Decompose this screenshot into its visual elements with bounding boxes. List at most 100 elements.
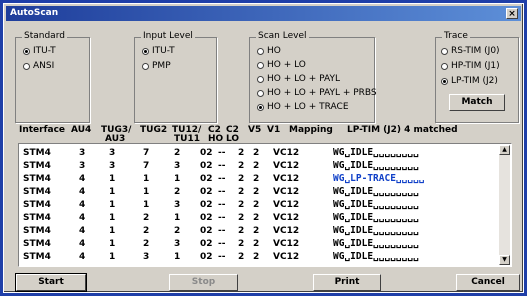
radio-input-pmp[interactable]: PMP xyxy=(142,61,171,71)
cell-tu12: 3 xyxy=(174,200,181,210)
radio-scan-ho[interactable]: HO xyxy=(257,46,281,56)
table-row[interactable]: STM4 3 3 7 3 02 -- 2 2 VC12 WG␣IDLE␣␣␣␣␣␣␣␣ xyxy=(19,160,499,171)
cell-tug3: 1 xyxy=(109,226,116,236)
autoscan-window: AutoScan × Standard ITU-T ANSI Input Lev… xyxy=(3,3,524,293)
input-level-group: Input Level ITU-T PMP xyxy=(134,31,217,123)
cell-au4: 4 xyxy=(79,187,86,197)
table-row[interactable]: STM4 4 1 1 1 02 -- 2 2 VC12 WG␣LP-TRACE␣␣␣␣␣ xyxy=(19,173,499,184)
cell-v1: 2 xyxy=(253,252,260,262)
trace-group: Trace RS-TIM (J0) HP-TIM (J1) LP-TIM (J2… xyxy=(435,31,519,123)
radio-button-icon xyxy=(441,77,448,85)
radio-scan-ho-lo[interactable]: HO + LO xyxy=(257,60,306,70)
radio-scan-ho-lo-trace[interactable]: HO + LO + TRACE xyxy=(257,102,349,112)
radio-scan-ho-lo-payl-prbs[interactable]: HO + LO + PAYL + PRBS xyxy=(257,88,377,98)
cell-mapping: VC12 xyxy=(273,213,300,223)
cell-tug2: 7 xyxy=(143,161,150,171)
cell-c2-lo: -- xyxy=(218,148,226,158)
cell-au4: 4 xyxy=(79,213,86,223)
table-row[interactable]: STM4 4 1 2 1 02 -- 2 2 VC12 WG␣IDLE␣␣␣␣␣␣␣␣ xyxy=(19,212,499,223)
radio-label: LP-TIM (J2) xyxy=(451,76,498,86)
cell-v5: 2 xyxy=(238,252,245,262)
radio-button-icon xyxy=(441,47,448,55)
radio-button-icon xyxy=(23,62,30,70)
radio-trace-rs-tim[interactable]: RS-TIM (J0) xyxy=(441,46,500,56)
table-row[interactable]: STM4 4 1 1 2 02 -- 2 2 VC12 WG␣IDLE␣␣␣␣␣␣␣␣ xyxy=(19,186,499,197)
cell-mapping: VC12 xyxy=(273,187,300,197)
radio-button-icon xyxy=(142,62,149,70)
radio-standard-itu-t[interactable]: ITU-T xyxy=(23,46,56,56)
radio-scan-ho-lo-payl[interactable]: HO + LO + PAYL xyxy=(257,74,340,84)
radio-button-icon xyxy=(257,103,264,111)
stop-button[interactable]: Stop xyxy=(169,274,238,291)
cell-trace-message: WG␣IDLE␣␣␣␣␣␣␣␣ xyxy=(333,147,419,158)
cell-v5: 2 xyxy=(238,187,245,197)
cell-c2-lo: -- xyxy=(218,174,226,184)
cell-v5: 2 xyxy=(238,213,245,223)
cell-interface: STM4 xyxy=(23,239,51,249)
match-button[interactable]: Match xyxy=(449,94,505,111)
scroll-down-icon[interactable]: ▼ xyxy=(499,255,510,265)
radio-label: HO + LO + TRACE xyxy=(267,102,349,112)
table-row[interactable]: STM4 4 1 2 2 02 -- 2 2 VC12 WG␣IDLE␣␣␣␣␣␣␣␣ xyxy=(19,225,499,236)
header-status: LP-TIM (J2) 4 matched xyxy=(347,125,458,135)
cell-v5: 2 xyxy=(238,226,245,236)
cell-tu12: 1 xyxy=(174,174,181,184)
cell-au4: 3 xyxy=(79,161,86,171)
table-row[interactable]: STM4 3 3 7 2 02 -- 2 2 VC12 WG␣IDLE␣␣␣␣␣␣␣␣ xyxy=(19,147,499,158)
radio-label: ITU-T xyxy=(33,46,56,56)
cell-tug2: 1 xyxy=(143,174,150,184)
cell-interface: STM4 xyxy=(23,213,51,223)
cell-c2-lo: -- xyxy=(218,252,226,262)
cell-c2-lo: -- xyxy=(218,187,226,197)
cell-trace-message: WG␣IDLE␣␣␣␣␣␣␣␣ xyxy=(333,212,419,223)
cell-c2-lo: -- xyxy=(218,239,226,249)
radio-input-itu-t[interactable]: ITU-T xyxy=(142,46,175,56)
radio-label: HO + LO + PAYL xyxy=(267,74,340,84)
radio-trace-lp-tim[interactable]: LP-TIM (J2) xyxy=(441,76,498,86)
cell-v5: 2 xyxy=(238,148,245,158)
cell-tug2: 1 xyxy=(143,200,150,210)
cell-c2-ho: 02 xyxy=(200,187,213,197)
radio-button-icon xyxy=(257,47,264,55)
cell-c2-ho: 02 xyxy=(200,200,213,210)
cell-trace-message: WG␣IDLE␣␣␣␣␣␣␣␣ xyxy=(333,160,419,171)
start-button[interactable]: Start xyxy=(15,273,87,292)
table-row[interactable]: STM4 4 1 1 3 02 -- 2 2 VC12 WG␣IDLE␣␣␣␣␣␣␣␣ xyxy=(19,199,499,210)
vertical-scrollbar[interactable]: ▲ ▼ xyxy=(499,145,510,265)
cell-mapping: VC12 xyxy=(273,239,300,249)
cell-tu12: 2 xyxy=(174,187,181,197)
cell-v1: 2 xyxy=(253,200,260,210)
cell-c2-ho: 02 xyxy=(200,161,213,171)
cell-v5: 2 xyxy=(238,200,245,210)
cell-mapping: VC12 xyxy=(273,161,300,171)
scan-level-group: Scan Level HO HO + LO HO + LO + PAYL HO … xyxy=(249,31,377,123)
cell-trace-message: WG␣IDLE␣␣␣␣␣␣␣␣ xyxy=(333,251,419,262)
radio-label: HO xyxy=(267,46,281,56)
cell-au4: 4 xyxy=(79,174,86,184)
cell-c2-ho: 02 xyxy=(200,239,213,249)
radio-standard-ansi[interactable]: ANSI xyxy=(23,61,54,71)
cell-v1: 2 xyxy=(253,213,260,223)
cancel-button[interactable]: Cancel xyxy=(456,274,520,291)
scroll-up-icon[interactable]: ▲ xyxy=(499,145,510,155)
cell-tu12: 1 xyxy=(174,213,181,223)
header-tug2: TUG2 xyxy=(140,125,168,135)
radio-label: ITU-T xyxy=(152,46,175,56)
cell-tug2: 2 xyxy=(143,226,150,236)
cell-tug3: 1 xyxy=(109,239,116,249)
print-button[interactable]: Print xyxy=(313,274,381,291)
table-row[interactable]: STM4 4 1 2 3 02 -- 2 2 VC12 WG␣IDLE␣␣␣␣␣␣␣␣ xyxy=(19,238,499,249)
cell-au4: 4 xyxy=(79,226,86,236)
cell-v5: 2 xyxy=(238,239,245,249)
close-button[interactable]: × xyxy=(506,8,518,19)
cell-v1: 2 xyxy=(253,187,260,197)
cell-c2-ho: 02 xyxy=(200,252,213,262)
radio-trace-hp-tim[interactable]: HP-TIM (J1) xyxy=(441,61,500,71)
cell-mapping: VC12 xyxy=(273,148,300,158)
standard-legend: Standard xyxy=(22,31,67,41)
table-row[interactable]: STM4 4 1 3 1 02 -- 2 2 VC12 WG␣IDLE␣␣␣␣␣␣␣␣ xyxy=(19,251,499,262)
cell-au4: 4 xyxy=(79,200,86,210)
cell-tug3: 1 xyxy=(109,174,116,184)
radio-button-icon xyxy=(257,61,264,69)
scan-results-list[interactable]: STM4 3 3 7 2 02 -- 2 2 VC12 WG␣IDLE␣␣␣␣␣␣␣␣ STM4 3 3 7… xyxy=(18,143,512,267)
